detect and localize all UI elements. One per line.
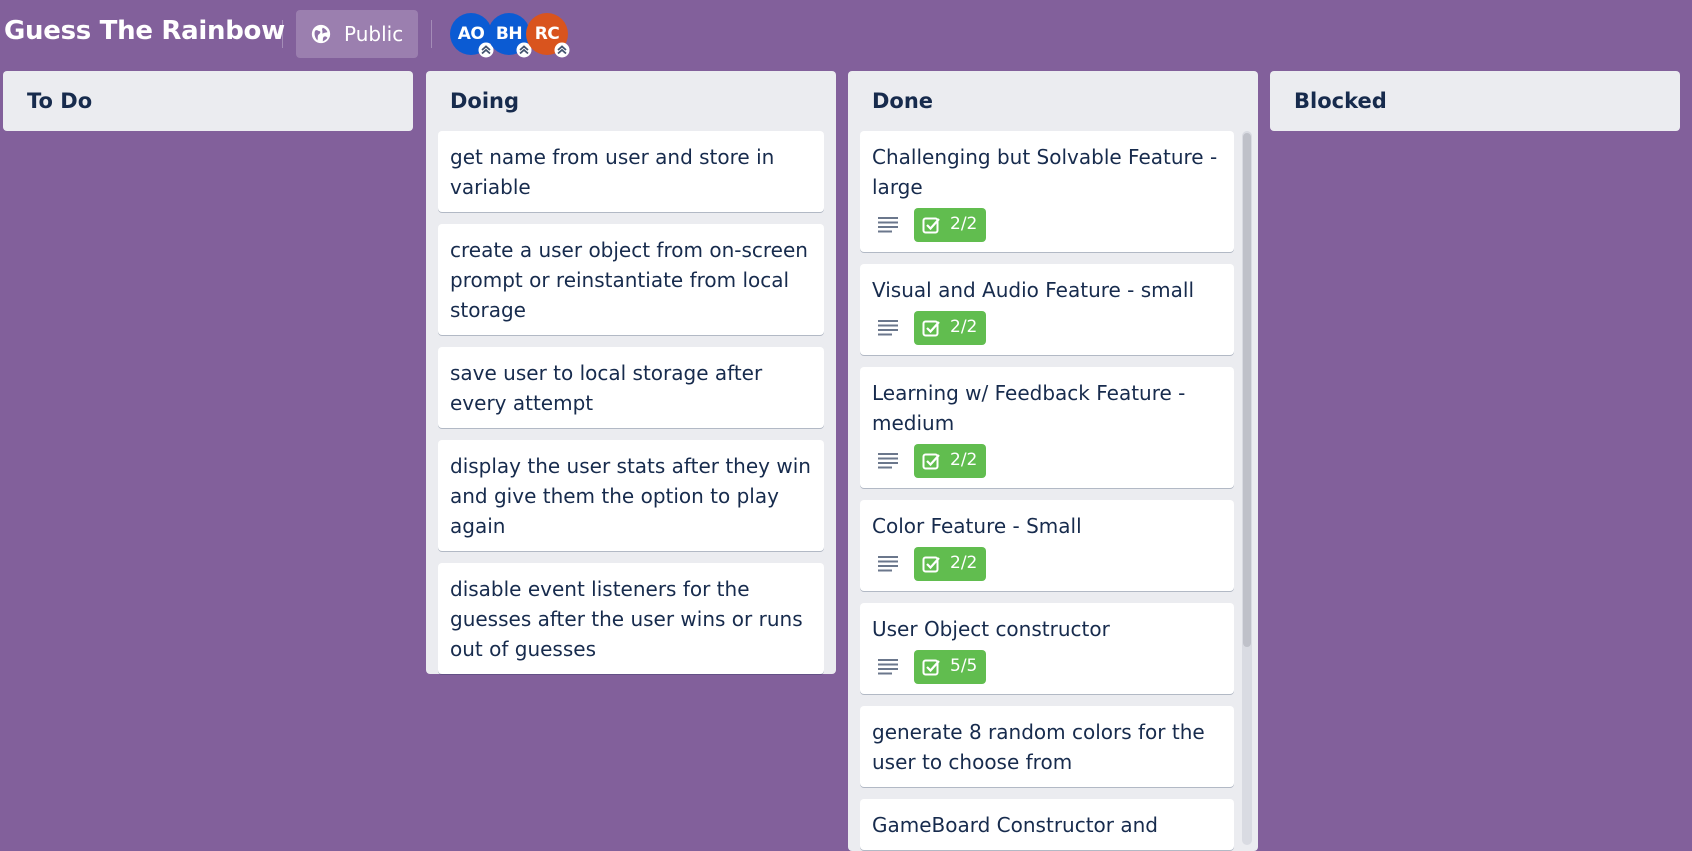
list-title[interactable]: Doing <box>426 71 836 131</box>
checklist-count: 2/2 <box>950 450 978 470</box>
card-title: get name from user and store in variable <box>450 145 775 199</box>
card-badges: 2/2 <box>872 547 1222 581</box>
member-avatar[interactable]: RC <box>526 13 570 58</box>
card[interactable]: create a user object from on-screen prom… <box>438 224 824 335</box>
card-title: disable event listeners for the guesses … <box>450 577 803 661</box>
card-badges: 2/2 <box>872 311 1222 345</box>
checklist-badge: 2/2 <box>914 311 986 345</box>
card[interactable]: Visual and Audio Feature - small 2/2 <box>860 264 1234 355</box>
card-list: get name from user and store in variable… <box>426 131 836 674</box>
list-todo: To Do <box>3 71 413 131</box>
checklist-badge: 5/5 <box>914 650 986 684</box>
member-avatar[interactable]: BH <box>488 13 532 58</box>
description-icon <box>878 453 898 469</box>
checklist-count: 5/5 <box>950 656 978 676</box>
card[interactable]: Color Feature - Small 2/2 <box>860 500 1234 591</box>
admin-badge-icon <box>554 42 570 58</box>
checklist-count: 2/2 <box>950 214 978 234</box>
checklist-badge: 2/2 <box>914 208 986 242</box>
card[interactable]: display the user stats after they win an… <box>438 440 824 551</box>
visibility-label: Public <box>344 22 404 46</box>
list-scrollbar[interactable] <box>1242 131 1252 845</box>
checklist-count: 2/2 <box>950 317 978 337</box>
list-title[interactable]: Blocked <box>1270 71 1680 131</box>
checklist-badge: 2/2 <box>914 547 986 581</box>
member-initials: BH <box>495 24 523 44</box>
board-title[interactable]: Guess The Rainbow <box>4 16 285 46</box>
list-done: Done Challenging but Solvable Feature - … <box>848 71 1258 851</box>
checklist-badge: 2/2 <box>914 444 986 478</box>
description-icon <box>878 320 898 336</box>
card-title: User Object constructor <box>872 617 1110 641</box>
list-title[interactable]: To Do <box>3 71 413 131</box>
member-avatar[interactable]: AO <box>450 13 494 58</box>
description-icon <box>878 659 898 675</box>
list-blocked: Blocked <box>1270 71 1680 131</box>
checklist-icon <box>922 217 940 234</box>
card-title: Challenging but Solvable Feature - large <box>872 145 1218 199</box>
card[interactable]: disable event listeners for the guesses … <box>438 563 824 674</box>
card-title: Color Feature - Small <box>872 514 1082 538</box>
card-title: save user to local storage after every a… <box>450 361 763 415</box>
checklist-count: 2/2 <box>950 553 978 573</box>
member-initials: RC <box>534 24 560 44</box>
card-badges: 5/5 <box>872 650 1222 684</box>
description-icon <box>878 556 898 572</box>
card[interactable]: generate 8 random colors for the user to… <box>860 706 1234 787</box>
card-badges: 2/2 <box>872 208 1222 242</box>
card[interactable]: Challenging but Solvable Feature - large… <box>860 131 1234 252</box>
checklist-icon <box>922 659 940 676</box>
list-doing: Doing get name from user and store in va… <box>426 71 836 674</box>
header-divider <box>431 20 432 48</box>
visibility-button[interactable]: Public <box>296 10 418 58</box>
checklist-icon <box>922 453 940 470</box>
card-list: Challenging but Solvable Feature - large… <box>848 131 1258 850</box>
card-title: Learning w/ Feedback Feature - medium <box>872 381 1186 435</box>
card[interactable]: User Object constructor 5/5 <box>860 603 1234 694</box>
description-icon <box>878 217 898 233</box>
member-initials: AO <box>457 24 485 44</box>
scrollbar-thumb[interactable] <box>1243 133 1251 647</box>
checklist-icon <box>922 320 940 337</box>
card-title: display the user stats after they win an… <box>450 454 811 538</box>
card[interactable]: save user to local storage after every a… <box>438 347 824 428</box>
card-title: Visual and Audio Feature - small <box>872 278 1195 302</box>
card-title: generate 8 random colors for the user to… <box>872 720 1205 774</box>
card[interactable]: GameBoard Constructor and <box>860 799 1234 850</box>
card[interactable]: get name from user and store in variable <box>438 131 824 212</box>
checklist-icon <box>922 556 940 573</box>
card-title: GameBoard Constructor and <box>872 813 1158 837</box>
card-title: create a user object from on-screen prom… <box>450 238 808 322</box>
globe-icon <box>311 24 331 44</box>
board-header: Guess The Rainbow Public AO BH RC <box>0 0 1692 68</box>
list-title[interactable]: Done <box>848 71 1258 131</box>
header-divider <box>282 20 283 48</box>
card[interactable]: Learning w/ Feedback Feature - medium 2/… <box>860 367 1234 488</box>
card-badges: 2/2 <box>872 444 1222 478</box>
